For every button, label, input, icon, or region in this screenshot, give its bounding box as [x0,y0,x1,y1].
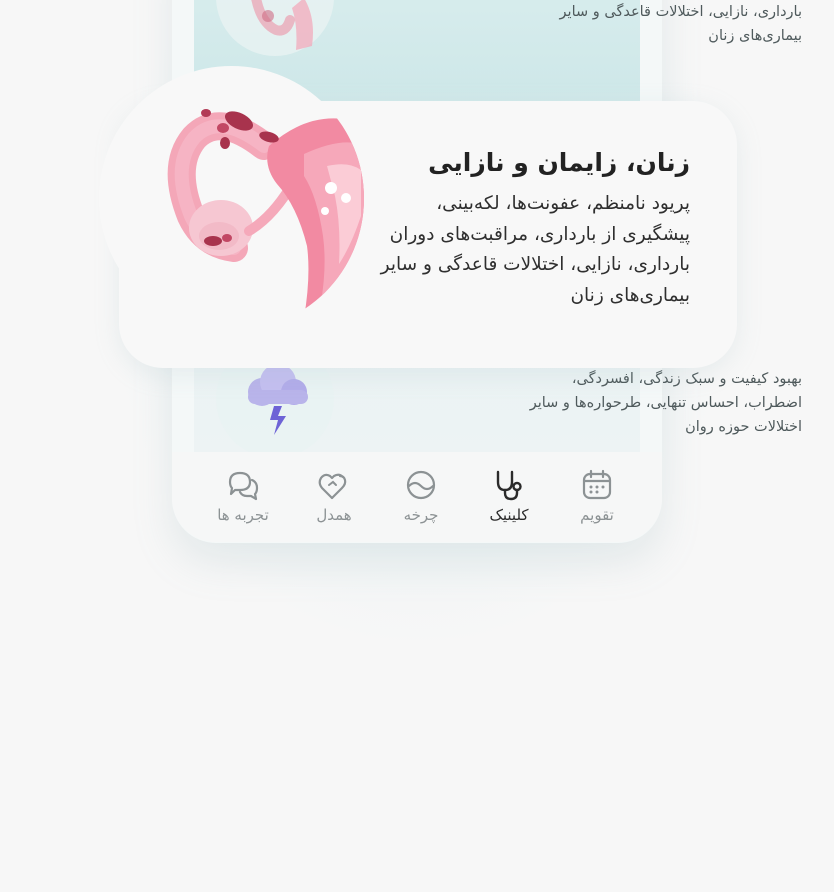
featured-card-description-line: بیماری‌های زنان [570,284,690,306]
category-illustration-womens-health-faded [216,0,334,56]
featured-card-title: زنان، زایمان و نازایی [428,148,690,177]
tab-calendar-label: تقویم [580,506,614,524]
hearts-icon [318,473,347,500]
featured-card-description-line: بارداری، نازایی، اختلالات قاعدگی و سایر [380,254,690,275]
category-description-line: اضطراب، احساس تنهایی، طرحواره‌ها و سایر [529,395,802,411]
tab-cycle-label: چرخه [403,506,439,524]
tab-experiences-label: تجربه ها [217,506,269,524]
featured-card-illustration [99,66,364,331]
featured-card-description-line: پیشگیری از بارداری، مراقبت‌های دوران [389,223,690,245]
cycle-icon [406,470,436,500]
stethoscope-icon [496,470,522,501]
tab-calendar[interactable]: تقویم [557,468,637,524]
tab-clinic[interactable]: کلینیک [469,468,549,524]
tab-clinic-label: کلینیک [489,506,529,524]
bottom-tab-bar: تقویم کلینیک چرخه همدل تجربه ها [172,452,662,542]
app-stage: بارداری، نازایی، اختلالات قاعدگی و سایر … [0,0,834,892]
featured-card-text: زنان، زایمان و نازایی پریود نامنظم، عفون… [360,145,690,311]
category-card-psychology[interactable]: بهبود کیفیت و سبک زندگی، افسردگی، اضطراب… [442,367,802,439]
calendar-icon [582,469,612,500]
featured-card-description: پریود نامنظم، عفونت‌ها، لکه‌بینی، پیشگیر… [360,189,690,311]
tab-cycle[interactable]: چرخه [381,468,461,524]
category-card-womens-health-behind[interactable]: بارداری، نازایی، اختلالات قاعدگی و سایر … [442,0,802,48]
uterus-icon [167,109,364,318]
chat-bubbles-icon [228,471,259,501]
category-description-line: بیماری‌های زنان [708,28,802,44]
category-description-line: اختلالات حوزه روان [685,419,802,435]
tab-empathy[interactable]: همدل [294,468,374,524]
category-description-line: بارداری، نازایی، اختلالات قاعدگی و سایر [559,4,802,20]
tab-empathy-label: همدل [316,506,352,524]
tab-experiences[interactable]: تجربه ها [203,468,283,524]
uterus-icon [251,0,313,50]
category-description-line: بهبود کیفیت و سبک زندگی، افسردگی، [571,371,802,387]
featured-card-description-line: پریود نامنظم، عفونت‌ها، لکه‌بینی، [436,193,690,214]
